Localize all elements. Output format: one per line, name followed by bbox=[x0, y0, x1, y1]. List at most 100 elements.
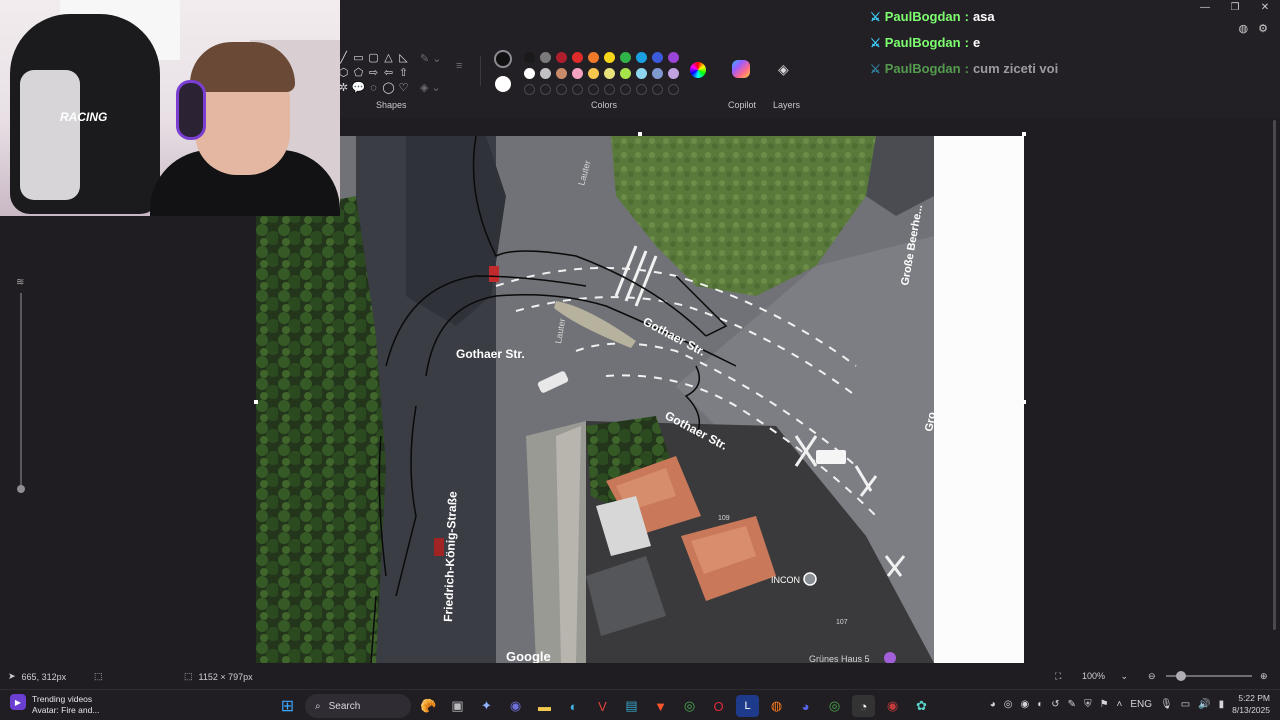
custom-color-slot[interactable] bbox=[636, 84, 647, 95]
custom-color-slot[interactable] bbox=[604, 84, 615, 95]
news-widget[interactable]: ▶ Trending videos Avatar: Fire and... bbox=[10, 694, 99, 716]
color-swatch[interactable] bbox=[572, 52, 583, 63]
zoom-slider-knob[interactable] bbox=[1176, 671, 1186, 681]
color-swatch[interactable] bbox=[636, 68, 647, 79]
left-arrow-shape-icon[interactable]: ⇦ bbox=[381, 65, 396, 80]
zoom-slider[interactable] bbox=[1166, 671, 1252, 681]
custom-color-slot[interactable] bbox=[652, 84, 663, 95]
color-swatch[interactable] bbox=[668, 52, 679, 63]
chevron-up-icon[interactable]: ˄ bbox=[1117, 699, 1123, 710]
triangle-shape-icon[interactable]: △ bbox=[381, 50, 396, 65]
custom-color-slot[interactable] bbox=[556, 84, 567, 95]
resize-handle[interactable] bbox=[254, 400, 258, 404]
brave-icon[interactable]: ▼ bbox=[649, 695, 672, 717]
language-indicator[interactable]: ENG bbox=[1130, 699, 1152, 710]
color-swatch[interactable] bbox=[636, 52, 647, 63]
oval-callout-shape-icon[interactable]: ◌ bbox=[366, 80, 381, 95]
custom-color-slot[interactable] bbox=[588, 84, 599, 95]
tray-app-icon[interactable]: ⚑ bbox=[1100, 699, 1109, 710]
task-view-icon[interactable]: ▣ bbox=[446, 695, 469, 717]
volume-icon[interactable]: 🔊 bbox=[1198, 699, 1210, 710]
chrome-icon[interactable]: ◎ bbox=[823, 695, 846, 717]
restore-icon[interactable]: ❐ bbox=[1220, 0, 1250, 14]
minimize-icon[interactable]: — bbox=[1190, 0, 1220, 14]
color-swatch[interactable] bbox=[588, 52, 599, 63]
display-icon[interactable]: ▭ bbox=[1181, 699, 1190, 710]
canvas[interactable]: Gothaer Str. Gothaer Str. Gothaer Str. F… bbox=[256, 136, 1024, 663]
custom-color-slot[interactable] bbox=[540, 84, 551, 95]
opera-icon[interactable]: O bbox=[707, 695, 730, 717]
heart-shape-icon[interactable]: ♡ bbox=[396, 80, 411, 95]
pentagon-shape-icon[interactable]: ⬠ bbox=[351, 65, 366, 80]
taskbar-search[interactable]: ⌕ Search bbox=[305, 694, 411, 718]
vertical-zoom-slider[interactable]: ≋ bbox=[14, 275, 28, 505]
color-swatch[interactable] bbox=[620, 52, 631, 63]
color-swatch[interactable] bbox=[652, 68, 663, 79]
fit-window-icon[interactable]: ⛶ bbox=[1055, 671, 1061, 682]
tray-app-icon[interactable]: ◎ bbox=[1004, 699, 1013, 710]
rounded-rectangle-shape-icon[interactable]: ▢ bbox=[366, 50, 381, 65]
firefox-icon[interactable]: ◍ bbox=[765, 695, 788, 717]
copilot-icon[interactable] bbox=[732, 60, 750, 78]
steam-icon[interactable]: ◉ bbox=[1021, 699, 1030, 710]
color-swatch[interactable] bbox=[652, 52, 663, 63]
file-explorer-icon[interactable]: ▬ bbox=[533, 695, 556, 717]
zoom-select[interactable]: 100% ⌄ bbox=[1074, 667, 1136, 685]
copilot-label[interactable]: Copilot bbox=[728, 100, 756, 110]
battery-icon[interactable]: ▮ bbox=[1219, 699, 1225, 710]
fill-icon[interactable]: ◈ ⌄ bbox=[420, 81, 442, 94]
close-icon[interactable]: ✕ bbox=[1250, 0, 1280, 14]
clock[interactable]: 5:22 PM 8/13/2025 bbox=[1232, 692, 1270, 716]
color-swatch[interactable] bbox=[604, 52, 615, 63]
edit-colors-icon[interactable] bbox=[690, 62, 706, 78]
bell-icon[interactable]: ◍ bbox=[1239, 22, 1249, 35]
size-icon[interactable]: ≡ bbox=[456, 60, 462, 72]
layers-icon[interactable]: ◈ bbox=[778, 62, 792, 76]
discord-icon[interactable]: ◕ bbox=[794, 695, 817, 717]
resize-handle[interactable] bbox=[1022, 132, 1026, 136]
outline-icon[interactable]: ✎ ⌄ bbox=[420, 52, 442, 65]
color-swatch[interactable] bbox=[572, 68, 583, 79]
right-triangle-shape-icon[interactable]: ◺ bbox=[396, 50, 411, 65]
color-swatch[interactable] bbox=[588, 68, 599, 79]
custom-color-slot[interactable] bbox=[668, 84, 679, 95]
color-swatch[interactable] bbox=[524, 52, 535, 63]
color-swatch[interactable] bbox=[540, 52, 551, 63]
right-arrow-shape-icon[interactable]: ⇨ bbox=[366, 65, 381, 80]
zoom-out-icon[interactable]: ⊖ bbox=[1148, 671, 1156, 682]
callout-shape-icon[interactable]: 💬 bbox=[351, 80, 366, 95]
color-swatch[interactable] bbox=[556, 52, 567, 63]
color-swatch[interactable] bbox=[556, 68, 567, 79]
defender-icon[interactable]: ⛨ bbox=[1084, 699, 1092, 710]
valorant-icon[interactable]: V bbox=[591, 695, 614, 717]
launcher-icon[interactable]: L bbox=[736, 695, 759, 717]
pen-icon[interactable]: ✎ bbox=[1068, 699, 1076, 710]
rectangle-shape-icon[interactable]: ▭ bbox=[351, 50, 366, 65]
microphone-icon[interactable]: 🎙 bbox=[1160, 699, 1173, 710]
custom-color-slot[interactable] bbox=[524, 84, 535, 95]
color-swatch[interactable] bbox=[668, 68, 679, 79]
tray-app-icon[interactable]: ◐ bbox=[1037, 699, 1043, 710]
obs-icon[interactable]: ◉ bbox=[881, 695, 904, 717]
edge-icon[interactable]: ◐ bbox=[562, 695, 585, 717]
color-1-swatch[interactable] bbox=[494, 50, 512, 68]
custom-color-slot[interactable] bbox=[572, 84, 583, 95]
discord-tray-icon[interactable]: ◕ bbox=[990, 699, 996, 710]
color-swatch[interactable] bbox=[524, 68, 535, 79]
color-2-swatch[interactable] bbox=[495, 76, 511, 92]
slider-knob[interactable] bbox=[17, 485, 25, 493]
cloud-callout-shape-icon[interactable]: ◯ bbox=[381, 80, 396, 95]
color-swatch[interactable] bbox=[540, 68, 551, 79]
color-swatch[interactable] bbox=[604, 68, 615, 79]
resize-handle[interactable] bbox=[638, 132, 642, 136]
windows-start-icon[interactable]: ⊞ bbox=[276, 695, 299, 717]
paint-icon[interactable]: ✿ bbox=[910, 695, 933, 717]
teams-icon[interactable]: ◉ bbox=[504, 695, 527, 717]
settings-icon[interactable]: ⚙ bbox=[1258, 22, 1268, 35]
color-swatch[interactable] bbox=[620, 68, 631, 79]
widgets-icon[interactable]: 🥐 bbox=[417, 695, 440, 717]
copilot-taskbar-icon[interactable]: ✦ bbox=[475, 695, 498, 717]
chrome-icon[interactable]: ◎ bbox=[678, 695, 701, 717]
custom-color-slot[interactable] bbox=[620, 84, 631, 95]
terminal-icon[interactable]: ▤ bbox=[620, 695, 643, 717]
